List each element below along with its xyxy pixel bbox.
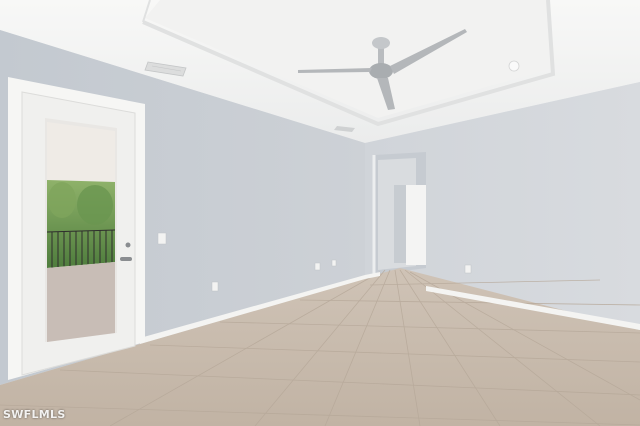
door-handle [120,257,132,261]
room-photo: SWFLMLS [0,0,640,426]
smoke-detector [508,60,520,72]
light-switch-icon [157,232,167,245]
watermark-text: SWFLMLS [3,408,66,421]
balcony-floor [47,262,115,342]
door-lock [125,242,131,248]
outlet-icon [211,281,219,292]
hallway-door [406,185,426,265]
room-illustration [0,0,640,426]
